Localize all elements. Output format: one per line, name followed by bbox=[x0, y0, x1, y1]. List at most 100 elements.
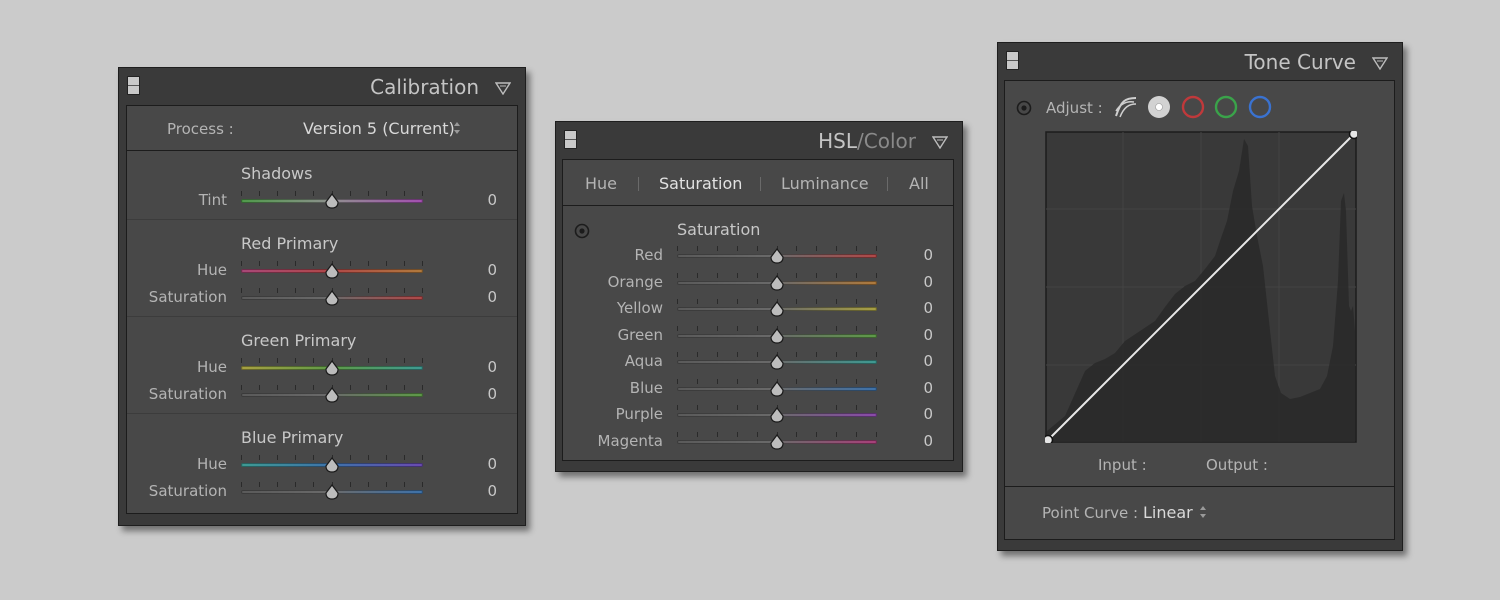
color-title[interactable]: Color bbox=[864, 129, 916, 153]
panel-solo-toggle-icon[interactable] bbox=[127, 76, 140, 95]
slider-tick bbox=[717, 352, 718, 357]
hsl-row-value[interactable]: 0 bbox=[903, 432, 933, 450]
green-primary-saturation-value[interactable]: 0 bbox=[467, 385, 497, 403]
slider-tick bbox=[697, 246, 698, 251]
panel-solo-toggle-icon[interactable] bbox=[1006, 51, 1019, 70]
point-curve-label: Point Curve : bbox=[1042, 504, 1139, 522]
slider-tick bbox=[796, 405, 797, 410]
tab-all[interactable]: All bbox=[909, 174, 929, 193]
calibration-panel-title[interactable]: Calibration bbox=[370, 75, 479, 99]
slider-thumb[interactable] bbox=[769, 248, 785, 264]
slider-tick bbox=[350, 482, 351, 487]
slider-tick bbox=[241, 288, 242, 293]
slider-thumb[interactable] bbox=[324, 457, 340, 473]
red-channel-icon[interactable] bbox=[1181, 95, 1205, 119]
slider-thumb[interactable] bbox=[769, 301, 785, 317]
hsl-row-value[interactable]: 0 bbox=[903, 299, 933, 317]
green-channel-icon[interactable] bbox=[1214, 95, 1238, 119]
slider-tick bbox=[816, 431, 817, 437]
slider-tick bbox=[277, 358, 278, 363]
slider-tick bbox=[350, 191, 351, 196]
panel-collapse-triangle-icon[interactable] bbox=[1372, 56, 1388, 70]
targeted-adjustment-icon[interactable] bbox=[1016, 100, 1032, 116]
slider-tick bbox=[677, 378, 678, 384]
slider-tick bbox=[836, 405, 837, 410]
hsl-row-value[interactable]: 0 bbox=[903, 405, 933, 423]
panel-solo-toggle-icon[interactable] bbox=[564, 130, 577, 149]
point-curve-select[interactable]: Linear bbox=[1143, 503, 1193, 522]
red-primary-hue-value[interactable]: 0 bbox=[467, 261, 497, 279]
tab-hue[interactable]: Hue bbox=[585, 174, 617, 193]
section-divider bbox=[127, 219, 517, 220]
slider-tick bbox=[241, 191, 242, 196]
hsl-color-panel-title[interactable]: HSL/Color bbox=[818, 129, 916, 153]
slider-tick bbox=[404, 261, 405, 266]
tab-saturation[interactable]: Saturation bbox=[659, 174, 742, 193]
slider-thumb[interactable] bbox=[324, 263, 340, 279]
slider-thumb[interactable] bbox=[324, 387, 340, 403]
slider-thumb[interactable] bbox=[769, 274, 785, 291]
targeted-adjustment-icon[interactable] bbox=[574, 223, 590, 239]
process-select-arrows-icon[interactable] bbox=[453, 121, 461, 135]
tab-luminance[interactable]: Luminance bbox=[781, 174, 869, 193]
slider-tick bbox=[295, 455, 296, 460]
slider-thumb[interactable] bbox=[769, 327, 785, 344]
slider-thumb[interactable] bbox=[769, 380, 785, 397]
point-curve-select-arrows-icon[interactable] bbox=[1199, 505, 1207, 519]
slider-tick bbox=[856, 272, 857, 278]
slider-tick bbox=[816, 405, 817, 410]
green-primary-hue-value[interactable]: 0 bbox=[467, 358, 497, 376]
blue-primary-hue-value[interactable]: 0 bbox=[467, 455, 497, 473]
curve-white-point-handle[interactable] bbox=[1348, 131, 1358, 140]
slider-thumb[interactable] bbox=[769, 354, 785, 370]
slider-thumb[interactable] bbox=[324, 290, 340, 306]
slider-tick bbox=[737, 431, 738, 437]
slider-thumb[interactable] bbox=[769, 433, 785, 450]
slider-thumb[interactable] bbox=[324, 360, 340, 376]
slider-thumb[interactable] bbox=[769, 407, 785, 423]
curve-black-point-handle[interactable] bbox=[1045, 434, 1054, 444]
slider-tick bbox=[796, 431, 797, 437]
slider-tick bbox=[259, 191, 260, 196]
slider-tick bbox=[856, 299, 857, 304]
hsl-row-label: Green bbox=[617, 325, 663, 344]
red-primary-saturation-value[interactable]: 0 bbox=[467, 288, 497, 306]
slider-tick bbox=[386, 261, 387, 266]
tone-curve-panel-title[interactable]: Tone Curve bbox=[1245, 50, 1356, 74]
slider-tick bbox=[259, 482, 260, 487]
slider-tick bbox=[368, 191, 369, 196]
hsl-row-value[interactable]: 0 bbox=[903, 379, 933, 397]
calibration-panel: Calibration Process : Version 5 (Current… bbox=[118, 67, 526, 526]
hsl-row-value[interactable]: 0 bbox=[903, 273, 933, 291]
slider-tick bbox=[277, 261, 278, 266]
slider-tick bbox=[313, 455, 314, 460]
shadows-tint-value[interactable]: 0 bbox=[467, 191, 497, 209]
blue-primary-saturation-value[interactable]: 0 bbox=[467, 482, 497, 500]
slider-thumb[interactable] bbox=[324, 193, 340, 209]
panel-collapse-triangle-icon[interactable] bbox=[932, 135, 948, 149]
slider-tick bbox=[386, 358, 387, 363]
slider-thumb[interactable] bbox=[324, 484, 340, 500]
slider-tick bbox=[368, 288, 369, 293]
point-curve-rgb-icon[interactable] bbox=[1147, 95, 1171, 119]
process-select[interactable]: Version 5 (Current) bbox=[303, 119, 455, 138]
hsl-row-value[interactable]: 0 bbox=[903, 326, 933, 344]
hsl-row-value[interactable]: 0 bbox=[903, 352, 933, 370]
slider-tick bbox=[737, 378, 738, 384]
blue-primary-hue-label: Hue bbox=[196, 455, 227, 473]
blue-channel-icon[interactable] bbox=[1248, 95, 1272, 119]
hsl-color-panel: HSL/Color Hue Saturation Luminance All S… bbox=[555, 121, 963, 472]
parametric-curve-icon[interactable] bbox=[1113, 95, 1139, 119]
tone-curve-graph[interactable] bbox=[1045, 131, 1357, 443]
slider-tick bbox=[876, 246, 877, 251]
hsl-title[interactable]: HSL bbox=[818, 129, 857, 153]
slider-tick bbox=[677, 299, 678, 304]
slider-tick bbox=[295, 288, 296, 293]
slider-tick bbox=[796, 378, 797, 384]
slider-tick bbox=[386, 482, 387, 487]
hsl-row-value[interactable]: 0 bbox=[903, 246, 933, 264]
hsl-row-label: Yellow bbox=[616, 299, 663, 317]
slider-tick bbox=[368, 358, 369, 363]
slider-tick bbox=[856, 431, 857, 437]
panel-collapse-triangle-icon[interactable] bbox=[495, 81, 511, 95]
